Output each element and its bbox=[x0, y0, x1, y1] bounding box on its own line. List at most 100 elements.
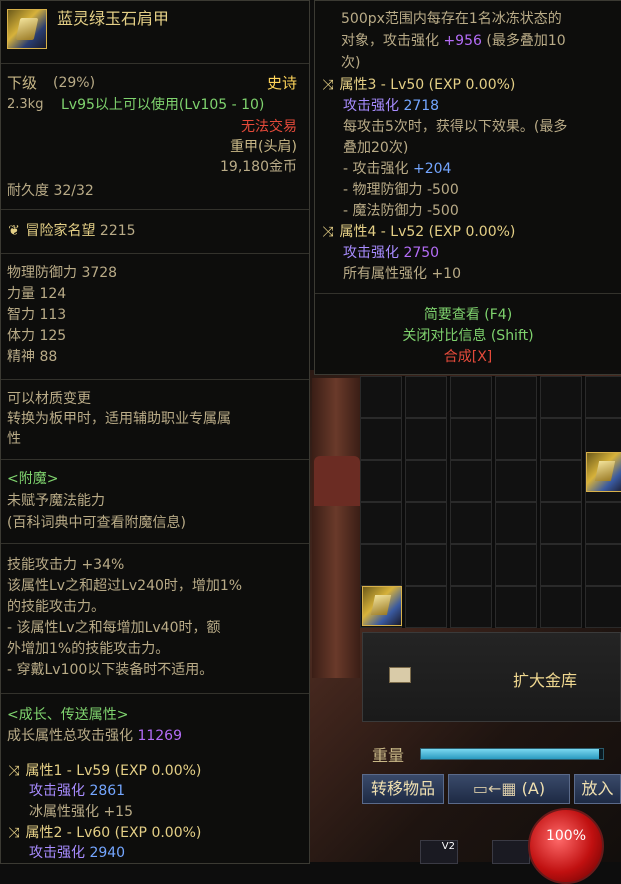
expand-vault-panel: 扩大金库 bbox=[362, 632, 621, 722]
attr3-sub-2: - 物理防御力 -500 bbox=[343, 182, 459, 198]
inventory-slot[interactable] bbox=[360, 376, 402, 418]
attr3-title: 属性3 - Lv50 (EXP 0.00%) bbox=[339, 77, 516, 93]
synthesize-hint[interactable]: 合成[X] bbox=[315, 347, 621, 367]
attr2-title: 属性2 - Lv60 (EXP 0.00%) bbox=[25, 825, 202, 841]
inventory-slot[interactable] bbox=[495, 544, 537, 586]
inventory-slot[interactable] bbox=[540, 586, 582, 628]
divider bbox=[1, 209, 309, 210]
inventory-slot[interactable] bbox=[495, 376, 537, 418]
weight-bar-fill bbox=[421, 749, 600, 759]
attr3-atk-row: 攻击强化 2718 bbox=[343, 96, 439, 116]
hp-percent: 100% bbox=[545, 828, 587, 844]
inventory-slot[interactable] bbox=[405, 418, 447, 460]
inventory-slot[interactable] bbox=[585, 502, 621, 544]
attr4-atk-row: 攻击强化 2750 bbox=[343, 243, 439, 263]
divider bbox=[1, 253, 309, 254]
attr4-atk-label: 攻击强化 bbox=[343, 245, 399, 261]
inventory-slot[interactable] bbox=[405, 502, 447, 544]
skill-level-badge: V2 bbox=[441, 841, 455, 852]
inventory-slot[interactable] bbox=[360, 460, 402, 502]
inventory-slot[interactable] bbox=[360, 544, 402, 586]
item-weight: 2.3kg bbox=[7, 97, 44, 112]
inventory-slot[interactable] bbox=[540, 418, 582, 460]
auto-transfer-label: (A) bbox=[521, 779, 546, 798]
attr3-sub-3: - 魔法防御力 -500 bbox=[343, 203, 459, 219]
item-tooltip: 蓝灵绿玉石肩甲 下级 (29%) 史诗 2.3kg Lv95以上可以使用(Lv1… bbox=[0, 0, 310, 864]
vault-box-icon bbox=[389, 667, 411, 683]
item-icon bbox=[7, 9, 47, 49]
skill-line: 外增加1%的技能攻击力。 bbox=[7, 641, 170, 657]
weight-bar bbox=[420, 748, 604, 760]
inventory-slot[interactable] bbox=[450, 376, 492, 418]
inventory-slot[interactable] bbox=[405, 586, 447, 628]
inventory-item-shoulder[interactable] bbox=[362, 586, 402, 626]
stat-row: 体力 125 bbox=[7, 326, 66, 346]
attr1-ice-label: 冰属性强化 bbox=[29, 804, 99, 820]
stat-label: 力量 bbox=[7, 286, 35, 302]
item-slot-type: 重甲(头肩) bbox=[230, 139, 297, 155]
attr3-title-row: ⤨ 属性3 - Lv50 (EXP 0.00%) bbox=[321, 75, 515, 95]
growth-title: <成长、传送属性> bbox=[7, 707, 129, 723]
stat-label: 物理防御力 bbox=[7, 265, 77, 281]
attr2-atk-label: 攻击强化 bbox=[29, 845, 85, 861]
inventory-slot[interactable] bbox=[450, 502, 492, 544]
inventory-slot[interactable] bbox=[495, 460, 537, 502]
divider bbox=[315, 293, 621, 294]
inventory-slot[interactable] bbox=[450, 460, 492, 502]
weight-label: 重量 bbox=[372, 746, 405, 765]
inventory-slot[interactable] bbox=[540, 376, 582, 418]
reputation-value: 2215 bbox=[99, 223, 136, 239]
range-effect-suffix: (最多叠加10 bbox=[486, 33, 566, 49]
expand-vault-label[interactable]: 扩大金库 bbox=[513, 667, 577, 691]
inventory-slot[interactable] bbox=[405, 376, 447, 418]
item-grade-pct: (29%) bbox=[53, 75, 96, 91]
attr2-atk-row: 攻击强化 2940 bbox=[29, 843, 125, 863]
attr1-atk-value: 2861 bbox=[89, 783, 126, 799]
skill-line: 的技能攻击力。 bbox=[7, 599, 105, 615]
convert-note-1: 转换为板甲时，适用辅助职业专属属 bbox=[7, 411, 231, 427]
stat-value: 124 bbox=[39, 286, 67, 302]
weight-row: 重量 bbox=[362, 736, 621, 768]
inventory-slot[interactable] bbox=[450, 418, 492, 460]
brief-view-hint[interactable]: 简要查看 (F4) bbox=[315, 305, 621, 325]
inventory-slot[interactable] bbox=[585, 586, 621, 628]
inventory-slot[interactable] bbox=[540, 502, 582, 544]
transfer-items-button[interactable]: 转移物品 bbox=[362, 774, 444, 804]
inventory-slot[interactable] bbox=[495, 502, 537, 544]
skill-line: - 该属性Lv之和每增加Lv40时，额 bbox=[7, 620, 221, 636]
inventory-slot[interactable] bbox=[495, 586, 537, 628]
convert-note-2: 性 bbox=[7, 431, 21, 447]
inventory-slot[interactable] bbox=[585, 376, 621, 418]
skill-line: 该属性Lv之和超过Lv240时，增加1% bbox=[7, 578, 243, 594]
inventory-slot[interactable] bbox=[405, 544, 447, 586]
shuffle-icon: ⤨ bbox=[322, 77, 334, 93]
stat-value: 3728 bbox=[81, 265, 118, 281]
stat-value: 125 bbox=[39, 328, 67, 344]
divider bbox=[1, 693, 309, 694]
inventory-slot[interactable] bbox=[585, 544, 621, 586]
skill-slot[interactable]: V2 bbox=[420, 840, 458, 864]
inventory-slot[interactable] bbox=[360, 502, 402, 544]
stat-label: 智力 bbox=[7, 307, 35, 323]
range-effect-text: 对象，攻击强化 bbox=[341, 33, 439, 49]
enchant-hint: (百科词典中可查看附魔信息) bbox=[7, 515, 186, 531]
shuffle-icon: ⤨ bbox=[8, 763, 20, 779]
auto-transfer-button[interactable]: ▭←▦ (A) bbox=[448, 774, 570, 804]
inventory-slot[interactable] bbox=[405, 460, 447, 502]
inventory-slot[interactable] bbox=[360, 418, 402, 460]
item-grade: 下级 bbox=[7, 74, 38, 92]
inventory-slot[interactable] bbox=[450, 544, 492, 586]
shuffle-icon: ⤨ bbox=[322, 224, 334, 240]
inventory-item-weapon[interactable] bbox=[586, 452, 621, 492]
enchant-title: <附魔> bbox=[7, 471, 59, 487]
inventory-slot[interactable] bbox=[540, 544, 582, 586]
inventory-slot[interactable] bbox=[495, 418, 537, 460]
attr1-atk-label: 攻击强化 bbox=[29, 783, 85, 799]
close-compare-hint[interactable]: 关闭对比信息 (Shift) bbox=[315, 326, 621, 346]
inventory-slot[interactable] bbox=[540, 460, 582, 502]
inventory-slot[interactable] bbox=[450, 586, 492, 628]
attr3-effect-1: 每攻击5次时，获得以下效果。(最多 bbox=[343, 119, 568, 135]
attr2-title-row: ⤨ 属性2 - Lv60 (EXP 0.00%) bbox=[7, 823, 201, 843]
skill-slot-orb[interactable] bbox=[492, 840, 530, 864]
place-button[interactable]: 放入 bbox=[574, 774, 621, 804]
